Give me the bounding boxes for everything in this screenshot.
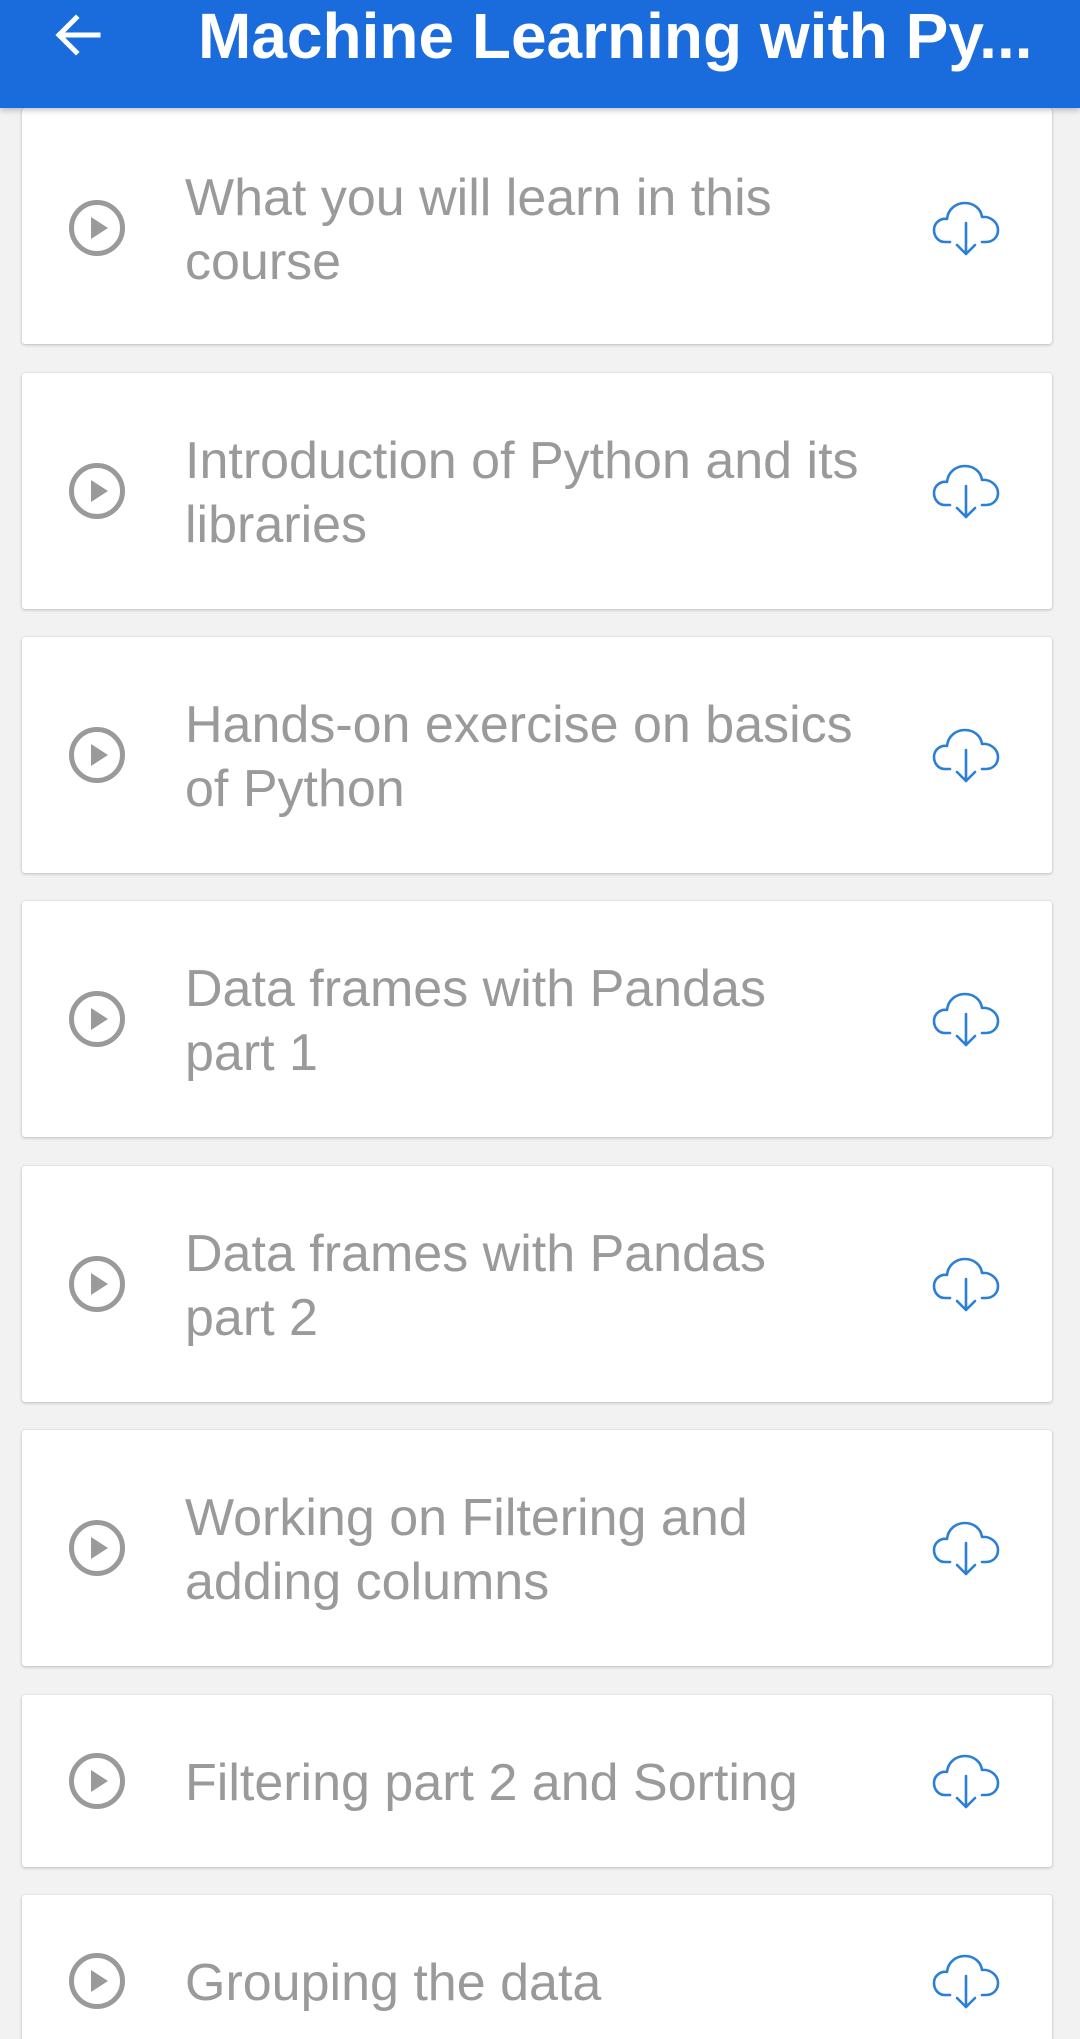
play-circle-icon[interactable] xyxy=(68,1952,126,2010)
lesson-title: What you will learn in this course xyxy=(185,169,772,291)
lesson-card[interactable]: What you will learn in this course xyxy=(22,108,1052,344)
lesson-list: What you will learn in this course Intro… xyxy=(0,0,1080,2039)
lesson-title: Filtering part 2 and Sorting xyxy=(185,1754,798,1812)
lesson-title: Introduction of Python and its libraries xyxy=(185,432,859,554)
play-circle-icon[interactable] xyxy=(68,1752,126,1810)
play-circle-icon[interactable] xyxy=(68,462,126,520)
cloud-download-icon[interactable] xyxy=(932,1951,1002,2011)
page-title: Machine Learning with Py... xyxy=(198,0,1033,72)
cloud-download-icon[interactable] xyxy=(932,725,1002,785)
lesson-card[interactable]: Filtering part 2 and Sorting xyxy=(22,1695,1052,1867)
lesson-card[interactable]: Working on Filtering and adding columns xyxy=(22,1430,1052,1666)
play-circle-icon[interactable] xyxy=(68,199,126,257)
screen: What you will learn in this course Intro… xyxy=(0,0,1080,2039)
cloud-download-icon[interactable] xyxy=(932,989,1002,1049)
lesson-card[interactable]: Introduction of Python and its libraries xyxy=(22,373,1052,609)
cloud-download-icon[interactable] xyxy=(932,461,1002,521)
cloud-download-icon[interactable] xyxy=(932,198,1002,258)
cloud-download-icon[interactable] xyxy=(932,1751,1002,1811)
app-bar: Machine Learning with Py... xyxy=(0,0,1080,108)
back-button[interactable] xyxy=(40,0,116,70)
play-circle-icon[interactable] xyxy=(68,1255,126,1313)
play-circle-icon[interactable] xyxy=(68,1519,126,1577)
lesson-title: Data frames with Pandas part 1 xyxy=(185,960,766,1082)
lesson-card[interactable]: Data frames with Pandas part 1 xyxy=(22,901,1052,1137)
play-circle-icon[interactable] xyxy=(68,726,126,784)
lesson-card[interactable]: Data frames with Pandas part 2 xyxy=(22,1166,1052,1402)
lesson-card[interactable]: Grouping the data xyxy=(22,1895,1052,2039)
arrow-back-icon[interactable] xyxy=(54,13,102,57)
lesson-title: Hands-on exercise on basics of Python xyxy=(185,696,853,818)
cloud-download-icon[interactable] xyxy=(932,1254,1002,1314)
lesson-title: Working on Filtering and adding columns xyxy=(185,1489,748,1611)
lesson-title: Data frames with Pandas part 2 xyxy=(185,1225,766,1347)
play-circle-icon[interactable] xyxy=(68,990,126,1048)
cloud-download-icon[interactable] xyxy=(932,1518,1002,1578)
lesson-card[interactable]: Hands-on exercise on basics of Python xyxy=(22,637,1052,873)
lesson-title: Grouping the data xyxy=(185,1954,602,2012)
